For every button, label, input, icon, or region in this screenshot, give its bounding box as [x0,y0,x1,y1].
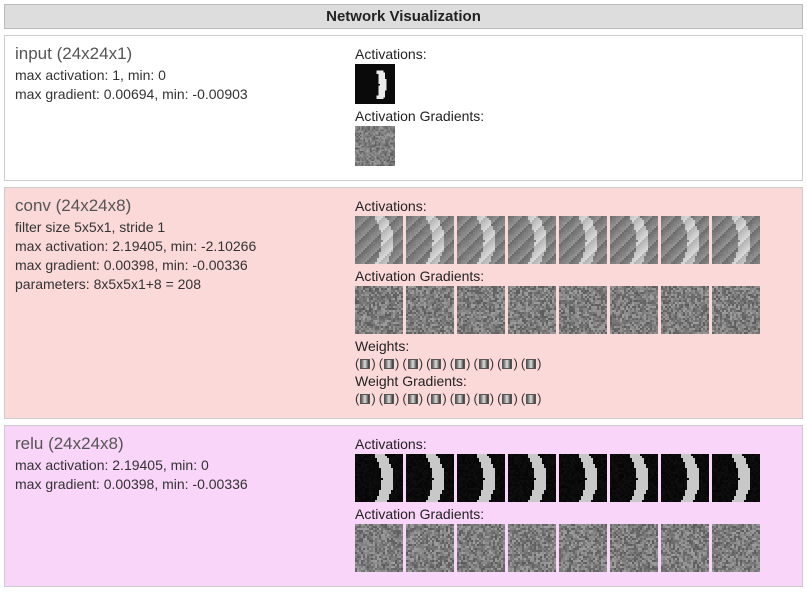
weight-glyph-icon [479,359,489,369]
activation-thumb[interactable] [508,524,556,572]
layer-activation-range: max activation: 2.19405, min: -2.10266 [15,237,335,256]
activation-thumb[interactable] [457,216,505,264]
activation-thumb[interactable] [661,524,709,572]
activation-thumb[interactable] [559,286,607,334]
weight-chip[interactable]: () [355,391,376,406]
weights-label: Weights: [355,338,792,354]
activation-thumb[interactable] [508,286,556,334]
weight-chip[interactable]: () [521,391,542,406]
layer-conv-meta: conv (24x24x8) filter size 5x5x1, stride… [15,196,335,408]
activation-thumb[interactable] [661,454,709,502]
weight-glyph-icon [526,359,536,369]
layer-params: parameters: 8x5x5x1+8 = 208 [15,275,335,294]
weight-glyph-icon [408,359,418,369]
weight-glyph-icon [455,359,465,369]
activation-thumb[interactable] [712,286,760,334]
layer-relu-meta: relu (24x24x8) max activation: 2.19405, … [15,434,335,576]
activation-thumb[interactable] [406,286,454,334]
layer-conv-viz: Activations: Activation Gradients: Weigh… [355,196,792,408]
layer-input-meta: input (24x24x1) max activation: 1, min: … [15,44,335,170]
layer-gradient-range: max gradient: 0.00694, min: -0.00903 [15,85,335,104]
weight-glyph-icon [455,394,465,404]
activation-thumb[interactable] [559,454,607,502]
layer-relu-viz: Activations: Activation Gradients: [355,434,792,576]
activations-label: Activations: [355,46,792,62]
activation-thumb[interactable] [355,524,403,572]
weight-chip[interactable]: () [450,391,471,406]
activation-thumb[interactable] [355,64,395,104]
weight-glyph-icon [384,359,394,369]
activation-thumb[interactable] [457,524,505,572]
activation-thumb[interactable] [712,216,760,264]
layer-gradient-range: max gradient: 0.00398, min: -0.00336 [15,475,335,494]
activation-thumb[interactable] [355,126,395,166]
activation-thumb[interactable] [661,216,709,264]
weight-chip[interactable]: () [497,391,518,406]
weight-chip[interactable]: () [473,356,494,371]
activation-thumb[interactable] [712,454,760,502]
weight-glyph-icon [479,394,489,404]
weight-chip[interactable]: () [355,356,376,371]
weight-glyph-icon [384,394,394,404]
activation-thumb[interactable] [355,454,403,502]
weight-chip[interactable]: () [450,356,471,371]
layer-relu: relu (24x24x8) max activation: 2.19405, … [4,425,803,587]
weight-glyph-icon [502,394,512,404]
activation-thumb[interactable] [712,524,760,572]
activation-gradients-label: Activation Gradients: [355,506,792,522]
activations-label: Activations: [355,436,792,452]
activation-thumb[interactable] [406,454,454,502]
weight-glyph-icon [502,359,512,369]
layer-input: input (24x24x1) max activation: 1, min: … [4,35,803,181]
activation-thumb[interactable] [355,216,403,264]
activation-thumb[interactable] [508,216,556,264]
weight-chip[interactable]: () [402,356,423,371]
weight-chip[interactable]: () [497,356,518,371]
weight-chip[interactable]: () [473,391,494,406]
activation-gradients-label: Activation Gradients: [355,108,792,124]
weight-glyph-icon [431,359,441,369]
activation-thumb[interactable] [610,524,658,572]
activation-thumb[interactable] [406,524,454,572]
layer-gradient-range: max gradient: 0.00398, min: -0.00336 [15,256,335,275]
weight-glyph-icon [360,394,370,404]
layer-name: conv (24x24x8) [15,196,335,216]
weight-glyph-icon [408,394,418,404]
weight-chip[interactable]: () [402,391,423,406]
activation-gradients-label: Activation Gradients: [355,268,792,284]
layer-filter-info: filter size 5x5x1, stride 1 [15,218,335,237]
activations-label: Activations: [355,198,792,214]
activation-thumb[interactable] [661,286,709,334]
activation-thumb[interactable] [610,216,658,264]
activation-thumb[interactable] [406,216,454,264]
page-title: Network Visualization [4,4,803,29]
weight-glyph-icon [431,394,441,404]
layer-name: input (24x24x1) [15,44,335,64]
layer-input-viz: Activations: Activation Gradients: [355,44,792,170]
weight-chip[interactable]: () [379,356,400,371]
activation-thumb[interactable] [559,216,607,264]
activation-thumb[interactable] [457,286,505,334]
weight-chip[interactable]: () [521,356,542,371]
activation-thumb[interactable] [355,286,403,334]
weight-chip[interactable]: () [426,391,447,406]
weight-chip[interactable]: () [379,391,400,406]
activation-thumb[interactable] [559,524,607,572]
layer-conv: conv (24x24x8) filter size 5x5x1, stride… [4,187,803,419]
weight-gradients-label: Weight Gradients: [355,373,792,389]
layer-name: relu (24x24x8) [15,434,335,454]
activation-thumb[interactable] [508,454,556,502]
activation-thumb[interactable] [457,454,505,502]
layer-activation-range: max activation: 2.19405, min: 0 [15,456,335,475]
layer-activation-range: max activation: 1, min: 0 [15,66,335,85]
weight-glyph-icon [360,359,370,369]
weight-chip[interactable]: () [426,356,447,371]
weight-glyph-icon [526,394,536,404]
activation-thumb[interactable] [610,286,658,334]
activation-thumb[interactable] [610,454,658,502]
